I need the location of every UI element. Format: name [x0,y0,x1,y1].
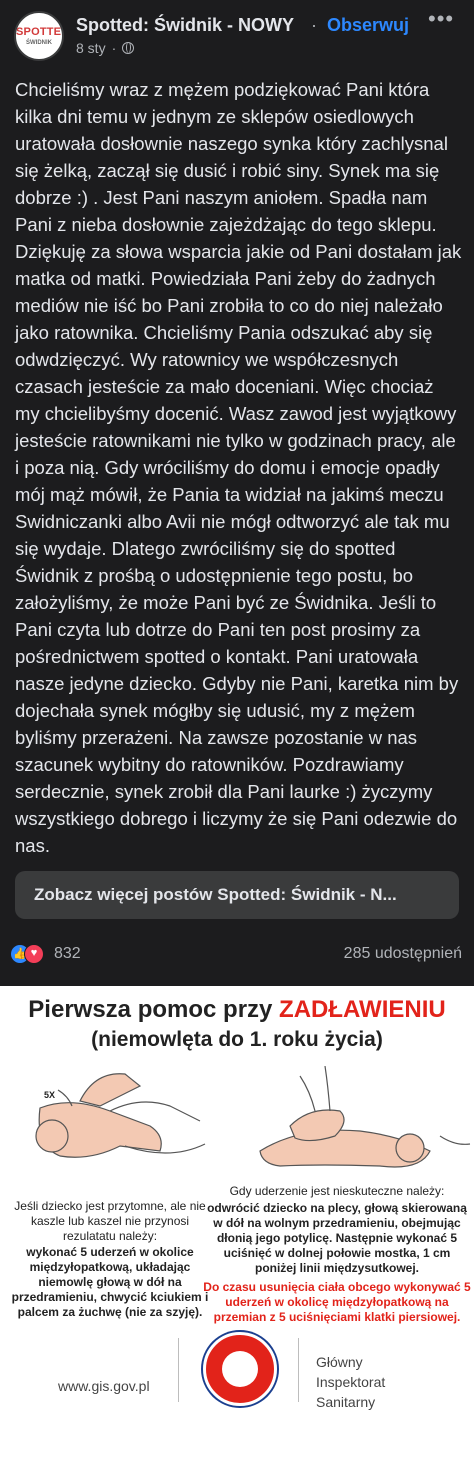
alternate-warning: Do czasu usunięcia ciała obcego wykonywa… [203,1280,471,1324]
avatar-logo-text: SPOTTED [16,26,62,38]
more-options-icon[interactable]: ••• [428,6,454,32]
back-blows-intro: Jeśli dziecko jest przytomne, ale nie ka… [14,1199,206,1243]
footer-divider-right [298,1338,299,1402]
follow-button[interactable]: Obserwuj [327,15,409,36]
label-5x: 5X [44,1090,55,1100]
post-date[interactable]: 8 sty [76,40,106,56]
post-text: Chcieliśmy wraz z mężem podziękować Pani… [15,79,462,856]
page-name-link[interactable]: Spotted: Świdnik - NOWY [76,15,294,36]
globe-icon [122,42,135,54]
eagle-emblem-icon [222,1351,258,1387]
footer-divider-left [178,1338,179,1402]
post-image-infographic[interactable]: Pierwsza pomoc przy ZADŁAWIENIU (niemowl… [0,986,474,1458]
meta-dot: · [111,40,117,56]
gis-website: www.gis.gov.pl [58,1378,150,1394]
compression-intro: Gdy uderzenie jest nieskuteczne należy: [229,1184,445,1198]
see-more-posts-button[interactable]: Zobacz więcej postów Spotted: Świdnik - … [15,871,459,919]
infographic-title: Pierwsza pomoc przy ZADŁAWIENIU [28,996,446,1023]
reaction-count: 832 [54,945,81,962]
post-header: SPOTTED ŚWIDNIK Spotted: Świdnik - NOWY … [0,0,474,68]
page-avatar[interactable]: SPOTTED ŚWIDNIK [14,11,64,61]
back-blows-steps: wykonać 5 uderzeń w okolice międzyłopatk… [11,1245,209,1319]
back-blows-instructions: Jeśli dziecko jest przytomne, ale nie ka… [10,1199,210,1320]
chest-compression-instructions: Gdy uderzenie jest nieskuteczne należy: … [203,1184,471,1325]
avatar-logo-subtext: ŚWIDNIK [26,40,52,46]
post-meta: 8 sty · [76,40,135,56]
separator-dot: · [311,15,317,35]
gis-institution-name: Główny Inspektorat Sanitarny [316,1354,386,1410]
compression-steps: odwrócić dziecko na plecy, głową skierow… [207,1201,467,1275]
infographic-subtitle: (niemowlęta do 1. roku życia) [91,1028,383,1051]
share-count[interactable]: 285 udostępnień [344,945,462,963]
sanitary-inspection-seal [203,1332,277,1406]
heart-icon: ♥ [24,944,44,964]
first-aid-illustration: 5X [35,1066,471,1168]
